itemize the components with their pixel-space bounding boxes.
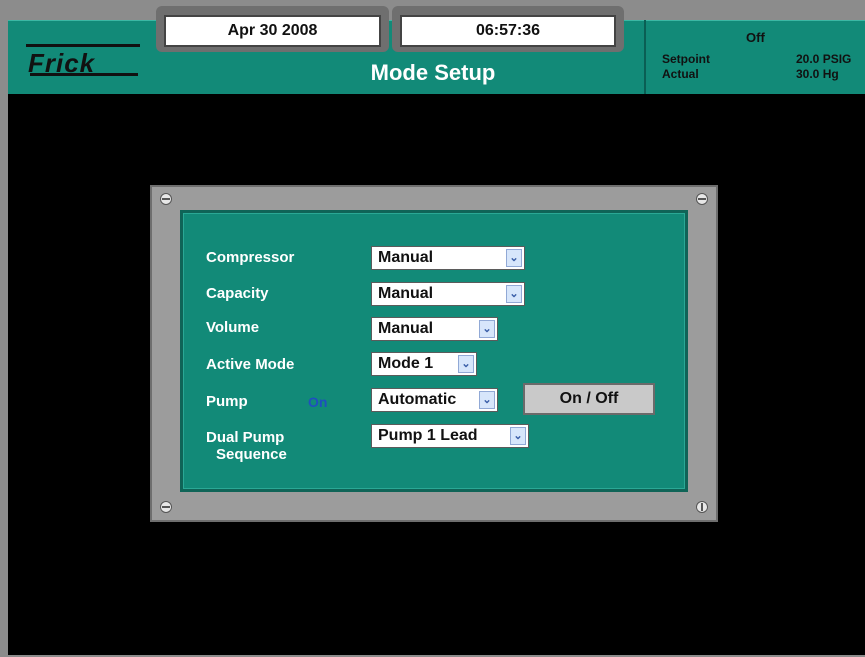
page-title: Mode Setup xyxy=(370,60,496,85)
actual-value: 30.0 Hg xyxy=(796,67,839,81)
run-status: Off xyxy=(746,30,765,45)
volume-value: Manual xyxy=(378,320,434,337)
capacity-label: Capacity xyxy=(206,285,269,302)
logo-line-bottom xyxy=(30,73,138,76)
actual-label: Actual xyxy=(662,67,699,81)
capacity-value: Manual xyxy=(378,285,434,302)
date-display: Apr 30 2008 xyxy=(164,15,381,47)
volume-select[interactable]: Manual ⌄ xyxy=(371,317,498,341)
screw-icon xyxy=(696,193,708,205)
dual-pump-value: Pump 1 Lead xyxy=(378,427,478,444)
compressor-value: Manual xyxy=(378,249,434,266)
volume-label: Volume xyxy=(206,319,260,336)
logo-line-top xyxy=(26,44,140,47)
chevron-down-icon[interactable]: ⌄ xyxy=(479,320,495,338)
screw-icon xyxy=(160,501,172,513)
active-mode-select[interactable]: Mode 1 ⌄ xyxy=(371,352,477,376)
screw-icon xyxy=(160,193,172,205)
chevron-down-icon[interactable]: ⌄ xyxy=(506,285,522,303)
dual-pump-label-line2: Sequence xyxy=(216,446,287,463)
active-mode-label: Active Mode xyxy=(206,356,295,373)
pump-select[interactable]: Automatic ⌄ xyxy=(371,388,498,412)
chevron-down-icon[interactable]: ⌄ xyxy=(458,355,474,373)
header: Apr 30 2008 06:57:36 Frick Mode Setup Of… xyxy=(8,0,865,96)
status-panel: Off Setpoint Actual 20.0 PSIG 30.0 Hg xyxy=(644,20,865,94)
active-mode-value: Mode 1 xyxy=(378,355,434,372)
pump-label: Pump xyxy=(206,393,248,410)
chevron-down-icon[interactable]: ⌄ xyxy=(510,427,526,445)
compressor-select[interactable]: Manual ⌄ xyxy=(371,246,525,270)
screw-icon xyxy=(696,501,708,513)
pump-on-off-button[interactable]: On / Off xyxy=(523,383,655,415)
dual-pump-label: Dual Pump Sequence xyxy=(206,429,287,463)
pump-value: Automatic xyxy=(378,391,457,408)
pump-state: On xyxy=(308,394,328,410)
capacity-select[interactable]: Manual ⌄ xyxy=(371,282,525,306)
dual-pump-select[interactable]: Pump 1 Lead ⌄ xyxy=(371,424,529,448)
chevron-down-icon[interactable]: ⌄ xyxy=(479,391,495,409)
frick-logo: Frick xyxy=(24,44,144,78)
compressor-label: Compressor xyxy=(206,249,295,266)
setpoint-label: Setpoint xyxy=(662,52,710,66)
chevron-down-icon[interactable]: ⌄ xyxy=(506,249,522,267)
setpoint-value: 20.0 PSIG xyxy=(796,52,852,66)
dual-pump-label-line1: Dual Pump xyxy=(206,429,285,446)
time-display: 06:57:36 xyxy=(400,15,616,47)
